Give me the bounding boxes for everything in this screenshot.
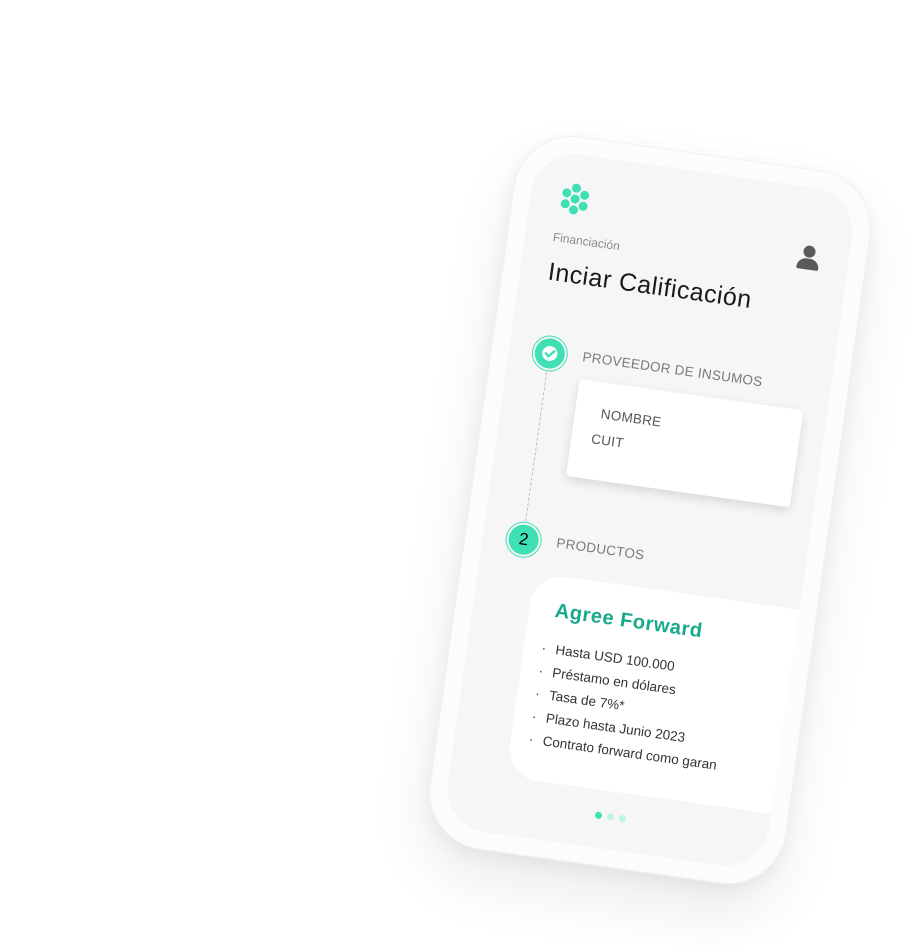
supplier-name-field[interactable]: NOMBRE xyxy=(600,406,663,429)
pagination-dot[interactable] xyxy=(618,814,627,823)
product-title: Agree Forward xyxy=(553,599,705,643)
stage: Financiación Inciar Calificación PROVEED… xyxy=(0,0,914,945)
step-connector xyxy=(525,372,548,521)
product-card[interactable]: Agree Forward · Hasta USD 100.000 · Présta… xyxy=(505,572,832,819)
pagination-dot[interactable] xyxy=(594,811,603,820)
phone-frame: Financiación Inciar Calificación PROVEED… xyxy=(421,128,879,892)
step-1-check-icon xyxy=(532,336,567,371)
step-2-badge: 2 xyxy=(506,522,541,557)
breadcrumb: Financiación xyxy=(552,229,621,254)
app-logo-icon xyxy=(556,180,594,218)
supplier-card[interactable]: NOMBRE CUIT xyxy=(565,378,804,508)
pagination-dot[interactable] xyxy=(606,813,615,821)
user-icon[interactable] xyxy=(795,244,822,273)
page-title: Inciar Calificación xyxy=(546,257,754,314)
step-2-label: PRODUCTOS xyxy=(555,535,646,563)
carousel-pagination[interactable] xyxy=(594,805,632,828)
product-bullets: · Hasta USD 100.000 · Préstamo en dólares … xyxy=(527,636,731,776)
app-screen: Financiación Inciar Calificación PROVEED… xyxy=(441,148,859,872)
supplier-cuit-field[interactable]: CUIT xyxy=(590,431,624,450)
